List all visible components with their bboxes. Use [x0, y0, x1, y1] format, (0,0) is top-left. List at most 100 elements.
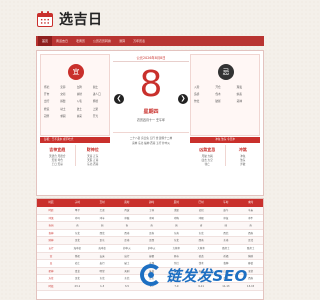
ji-item: 造桥	[194, 92, 200, 97]
table-cell: 明堂	[99, 269, 105, 273]
table-cell: 吉	[199, 224, 203, 228]
table-cell: 安床	[99, 254, 105, 258]
table-cell: 炉中火	[123, 246, 131, 250]
table-cell: 开市	[173, 254, 179, 258]
row-label: 冲煞	[48, 216, 54, 220]
table-cell: 冲猪	[198, 216, 204, 220]
site-header: 选吉日	[36, 8, 103, 30]
table-cell: 西南	[248, 231, 254, 235]
wealth-god-line: 东北 西南	[87, 162, 99, 166]
table-cell: 己巳	[198, 209, 204, 212]
date-column: 公元2026年8月8日 ❮ ❯ 8 星期四 农历四月十一 壬午年 二十八宿 房日…	[113, 54, 189, 146]
table-cell: 炉中火	[147, 246, 156, 250]
yi-column: 宜 祭祀 安葬 立碑 谢土 开市 交易 纳财 进人口 出行 嫁娶 入宅 移徙 修…	[40, 54, 110, 167]
ji-badge: 忌	[218, 64, 234, 80]
table-cell: 冲牛	[248, 216, 254, 220]
row-label: 五行	[48, 246, 54, 250]
seo-logo-icon	[140, 264, 162, 286]
table-cell: 正东	[99, 239, 105, 243]
nav-item-home[interactable]: 首页	[38, 36, 53, 46]
column-header: 巳时	[198, 201, 204, 204]
table-cell: 纳财	[248, 254, 254, 258]
row-label: 财神	[48, 239, 54, 243]
yi-item: 立碑	[76, 85, 82, 89]
table-header: 时辰 子时 丑时 寅时 卯时 辰时 巳时 午时 未时	[37, 199, 263, 207]
column-header: 子时	[74, 201, 80, 204]
yi-item: 嫁娶	[60, 99, 66, 104]
day-gods-line: 喜神 东北 福神 西南 五行 炉中火	[132, 142, 170, 145]
table-cell: 破土	[124, 262, 130, 266]
table-cell: 正西	[149, 239, 155, 243]
column-header: 时辰	[48, 201, 54, 204]
ji-item: 伐木	[215, 92, 221, 97]
table-cell: 大林木	[197, 246, 205, 250]
wealth-god-title: 财神位	[86, 147, 99, 152]
weekday: 星期四	[143, 109, 159, 115]
row-label: 星神	[48, 269, 54, 273]
ji-item: 纳畜	[236, 92, 243, 97]
watermark-text: 链发发SEO	[166, 266, 248, 285]
yi-item: 出行	[44, 99, 50, 104]
row-label: 喜神	[48, 231, 54, 235]
nav-item-fortune[interactable]: 测算	[115, 36, 129, 46]
table-cell: 东北	[124, 277, 130, 281]
nav-item-almanac[interactable]: 老黄历	[72, 36, 89, 46]
yi-list: 祭祀 安葬 立碑 谢土 开市 交易 纳财 进人口 出行 嫁娶 入宅 移徙 修造 …	[44, 85, 108, 118]
site-title[interactable]: 选吉日	[59, 9, 103, 29]
clash-info: 冲煞 冲兔 煞东 岁破	[226, 145, 261, 166]
auspicious-gods-line: 王日 天巫	[51, 162, 63, 166]
prev-day-arrow-icon[interactable]: ❮	[114, 94, 124, 104]
row-label: 宜	[49, 254, 53, 258]
inauspicious-gods-title: 凶煞宜忌	[199, 147, 216, 152]
table-cell: 东南	[173, 231, 179, 235]
table-cell: 路旁土	[222, 246, 230, 250]
table-cell: 东北	[74, 231, 80, 235]
table-cell: 冲鸡	[149, 216, 155, 220]
auspicious-gods-title: 吉神宜趋	[49, 147, 66, 152]
table-cell: 海中金	[98, 246, 106, 250]
table-row: 五行 海中金 海中金 炉中火 炉中火 大林木 大林木 路旁土 路旁土	[37, 245, 263, 253]
table-cell: 正南	[124, 239, 130, 243]
calendar-icon[interactable]	[36, 10, 54, 28]
watermark: 链发发SEO	[140, 262, 248, 288]
ji-item: 破屋	[215, 99, 221, 104]
yi-item: 冠笄	[44, 113, 50, 118]
row-label: 时段	[48, 284, 54, 288]
yi-item: 求嗣	[60, 113, 66, 118]
table-row: 宜 祭祀 安床 出行 嫁娶 开市 修造 祈福 纳财	[37, 252, 263, 261]
table-cell: 乙丑	[99, 209, 105, 212]
main-nav: 首页 黄道吉日 老黄历 公历农历转换 测算 万年历表	[36, 36, 264, 46]
yi-item: 谢土	[92, 85, 99, 89]
auspicious-gods: 吉神宜趋 天德合 月德合 天恩 母仓 王日 天巫	[40, 145, 76, 167]
table-row: 财神 正北 正东 正南 正西 东北 西南 东南 正北	[37, 237, 263, 245]
table-cell: 正北	[248, 239, 254, 243]
table-cell: 冲狗	[173, 216, 179, 220]
table-cell: 东北	[198, 231, 204, 235]
table-cell: 正北	[74, 277, 80, 281]
ji-box: 忌 入殓 开仓 理发 造桥 伐木 纳畜 作灶 破屋 栽种	[190, 54, 260, 136]
nav-item-perpetual-calendar[interactable]: 万年历表	[129, 36, 149, 46]
table-cell: 东南	[223, 239, 229, 243]
ji-item: 开仓	[215, 85, 221, 89]
table-cell: 出行	[124, 254, 130, 258]
nav-item-auspicious-days[interactable]: 黄道吉日	[52, 36, 72, 46]
ji-item: 栽种	[236, 99, 243, 104]
ji-column: 忌 入殓 开仓 理发 造桥 伐木 纳畜 作灶 破屋 栽种 冲兔 煞东 今天冲 凶…	[190, 54, 261, 167]
inauspicious-gods: 凶煞宜忌 月破 大耗 四击 九空 往亡	[190, 145, 226, 167]
table-cell: 冲羊	[99, 216, 105, 220]
table-row: 时辰 甲子 乙丑 丙寅 丁卯 戊辰 己巳 庚午 辛未	[37, 207, 263, 215]
nav-item-calendar-convert[interactable]: 公历农历转换	[89, 36, 115, 46]
table-cell: 正北	[74, 239, 80, 243]
table-cell: 西南	[124, 231, 130, 235]
table-cell: 路旁土	[246, 246, 255, 250]
column-header: 寅时	[124, 201, 130, 204]
column-header: 午时	[223, 201, 229, 204]
table-row: 冲煞 冲马 冲羊 冲猴 冲鸡 冲狗 冲猪 冲鼠 冲牛	[37, 215, 263, 223]
ji-item: 入殓	[194, 85, 200, 89]
table-row: 喜神 东北 西北 西南 正南 东南 东北 西北 西南	[37, 230, 263, 238]
pengzu-bar: 彭祖：壬不汲水 戌不吃犬	[40, 137, 110, 143]
next-day-arrow-icon[interactable]: ❯	[178, 94, 188, 104]
yi-item: 开光	[92, 113, 99, 118]
row-label: 时辰	[48, 209, 54, 212]
column-header: 卯时	[149, 201, 155, 204]
